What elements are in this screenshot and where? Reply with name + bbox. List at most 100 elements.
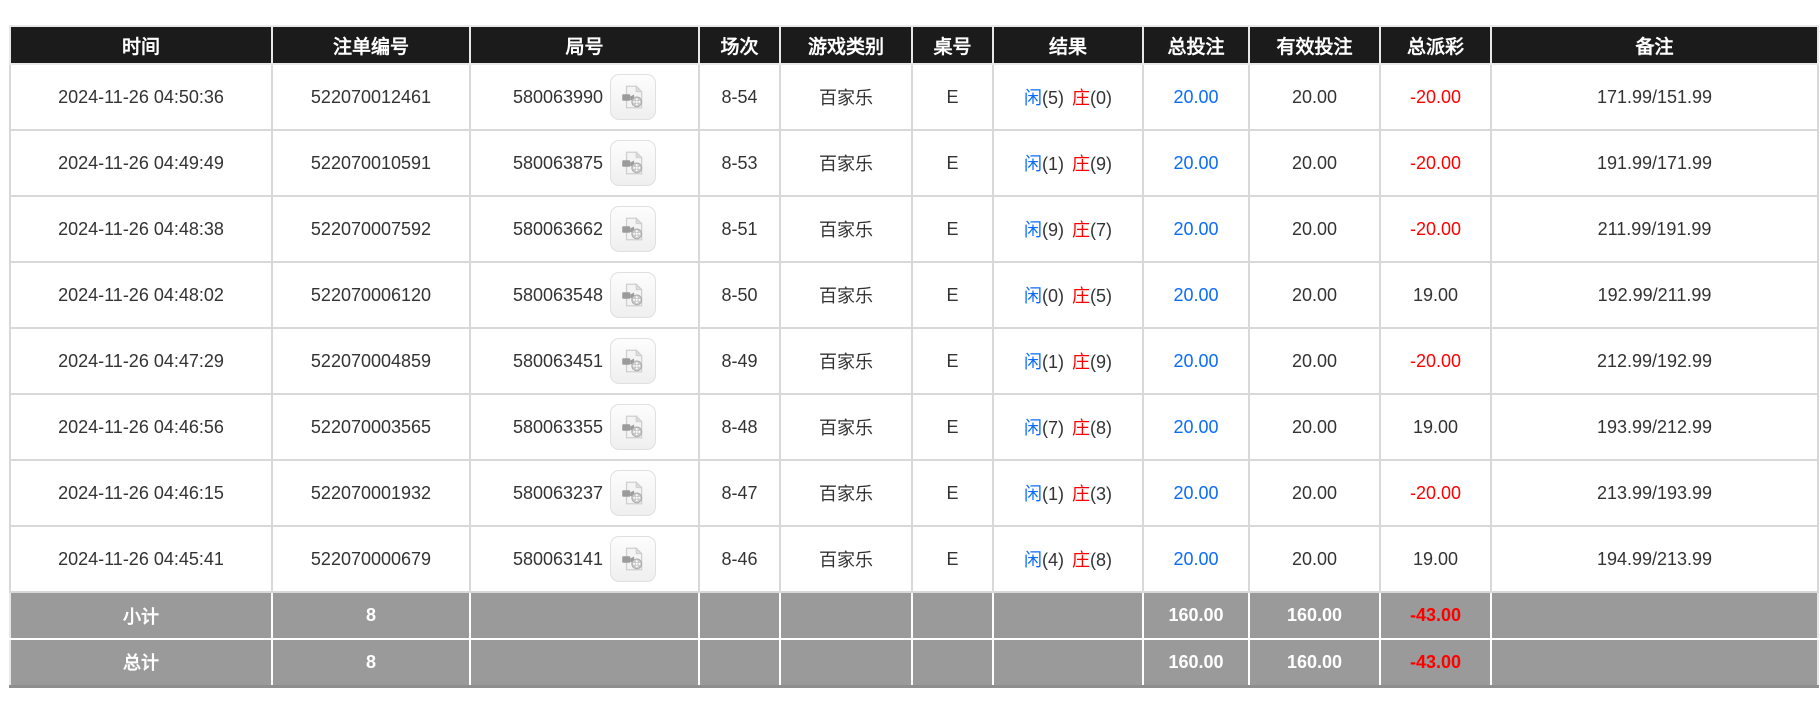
round-id-group: 580063237 [512, 470, 657, 516]
player-label: 闲 [1024, 88, 1042, 108]
video-replay-button[interactable] [610, 536, 657, 582]
column-header-remark: 备注 [1490, 25, 1819, 65]
video-replay-button[interactable] [610, 272, 657, 318]
banker-label: 庄 [1072, 418, 1090, 438]
cell-game-type: 百家乐 [779, 261, 913, 329]
banker-label: 庄 [1072, 484, 1090, 504]
cell-round-id: 580063451 [469, 327, 700, 395]
video-replay-button[interactable] [610, 206, 657, 252]
cell-session: 8-53 [698, 129, 781, 197]
cell-game-type: 百家乐 [779, 393, 913, 461]
column-header-table_no: 桌号 [911, 25, 994, 65]
cell-total-bet: 20.00 [1142, 63, 1250, 131]
cell-remark: 194.99/213.99 [1490, 525, 1819, 593]
cell-valid-bet: 20.00 [1248, 327, 1381, 395]
banker-points: (0) [1090, 88, 1112, 108]
video-replay-button[interactable] [610, 404, 657, 450]
summary-empty-cell [992, 638, 1144, 688]
summary-total-payout: -43.00 [1379, 638, 1492, 688]
round-id-group: 580063355 [513, 404, 657, 450]
cell-round-id: 580063355 [469, 393, 700, 461]
player-label: 闲 [1024, 154, 1042, 174]
banker-points: (8) [1090, 550, 1112, 570]
cell-table-no: E [911, 63, 994, 131]
bet-history-panel: 时间 注单编号 局号 场次 游戏类别 桌号 结果 总投注 有效投注 总派彩 备注 2024-11-2… [9, 25, 1819, 688]
cell-remark: 212.99/192.99 [1490, 327, 1819, 395]
cell-total-bet: 20.00 [1142, 525, 1250, 593]
summary-total-bet: 160.00 [1142, 638, 1250, 688]
banker-points: (8) [1090, 418, 1112, 438]
table-row: 2024-11-26 04:47:29 522070004859 5800634… [9, 327, 1819, 395]
cell-total-payout: -20.00 [1379, 129, 1492, 197]
cell-time: 2024-11-26 04:45:41 [9, 525, 273, 593]
player-points: (7) [1042, 418, 1064, 438]
table-header: 时间 注单编号 局号 场次 游戏类别 桌号 结果 总投注 有效投注 总派彩 备注 [9, 25, 1819, 65]
cell-bet-id: 522070001932 [271, 459, 471, 527]
cell-total-bet: 20.00 [1142, 327, 1250, 395]
cell-bet-id: 522070003565 [271, 393, 471, 461]
video-replay-button[interactable] [610, 470, 657, 516]
cell-result: 闲(1) 庄(3) [992, 459, 1144, 527]
table-row: 2024-11-26 04:46:56 522070003565 5800633… [9, 393, 1819, 461]
cell-round-id: 580063237 [469, 459, 700, 527]
cell-valid-bet: 20.00 [1248, 525, 1381, 593]
video-file-icon [622, 84, 643, 109]
cell-round-id: 580063141 [469, 525, 700, 593]
video-replay-button[interactable] [610, 74, 657, 120]
round-id-text: 580063548 [512, 284, 604, 305]
video-replay-button[interactable] [610, 338, 657, 384]
cell-session: 8-48 [698, 393, 781, 461]
video-file-icon [622, 282, 643, 307]
cell-total-payout: 19.00 [1379, 393, 1492, 461]
round-id-group: 580063451 [513, 338, 657, 384]
banker-points: (3) [1090, 484, 1112, 504]
column-header-game_type: 游戏类别 [779, 25, 913, 65]
summary-empty-cell [469, 638, 700, 688]
table-row: 2024-11-26 04:49:49 522070010591 5800638… [9, 129, 1819, 197]
player-points: (4) [1042, 550, 1064, 570]
summary-empty-cell [698, 638, 781, 688]
cell-time: 2024-11-26 04:47:29 [9, 327, 273, 395]
video-file-icon [622, 414, 643, 439]
video-file-icon [622, 150, 643, 175]
column-header-valid_bet: 有效投注 [1248, 25, 1381, 65]
round-id-group: 580063141 [513, 536, 657, 582]
cell-round-id: 580063990 [469, 63, 700, 131]
player-label: 闲 [1024, 418, 1042, 438]
summary-empty-cell [1490, 638, 1819, 688]
banker-points: (9) [1090, 154, 1112, 174]
cell-game-type: 百家乐 [779, 63, 913, 131]
banker-points: (9) [1090, 352, 1112, 372]
summary-total-bet: 160.00 [1142, 591, 1250, 640]
table-row: 2024-11-26 04:45:41 522070000679 5800631… [9, 525, 1819, 593]
cell-remark: 191.99/171.99 [1490, 129, 1819, 197]
column-header-total_bet: 总投注 [1142, 25, 1250, 65]
summary-count: 8 [271, 638, 471, 688]
cell-table-no: E [911, 459, 994, 527]
cell-time: 2024-11-26 04:46:56 [9, 393, 273, 461]
cell-total-bet: 20.00 [1142, 393, 1250, 461]
cell-game-type: 百家乐 [779, 525, 913, 593]
player-points: (1) [1042, 352, 1064, 372]
cell-time: 2024-11-26 04:49:49 [9, 129, 273, 197]
cell-valid-bet: 20.00 [1248, 261, 1381, 329]
round-id-text: 580063237 [512, 482, 604, 503]
cell-result: 闲(1) 庄(9) [992, 129, 1144, 197]
summary-valid-bet: 160.00 [1248, 591, 1381, 640]
summary-empty-cell [1490, 591, 1819, 640]
cell-table-no: E [911, 327, 994, 395]
cell-time: 2024-11-26 04:48:38 [9, 195, 273, 263]
summary-count: 8 [271, 591, 471, 640]
player-points: (1) [1042, 484, 1064, 504]
cell-total-bet: 20.00 [1142, 261, 1250, 329]
summary-empty-cell [779, 591, 913, 640]
column-header-session: 场次 [698, 25, 781, 65]
cell-remark: 193.99/212.99 [1490, 393, 1819, 461]
player-label: 闲 [1024, 220, 1042, 240]
column-header-bet_id: 注单编号 [271, 25, 471, 65]
cell-total-payout: 19.00 [1379, 261, 1492, 329]
column-header-time: 时间 [9, 25, 273, 65]
video-replay-button[interactable] [610, 140, 657, 186]
player-label: 闲 [1024, 550, 1042, 570]
column-header-round_id: 局号 [469, 25, 700, 65]
